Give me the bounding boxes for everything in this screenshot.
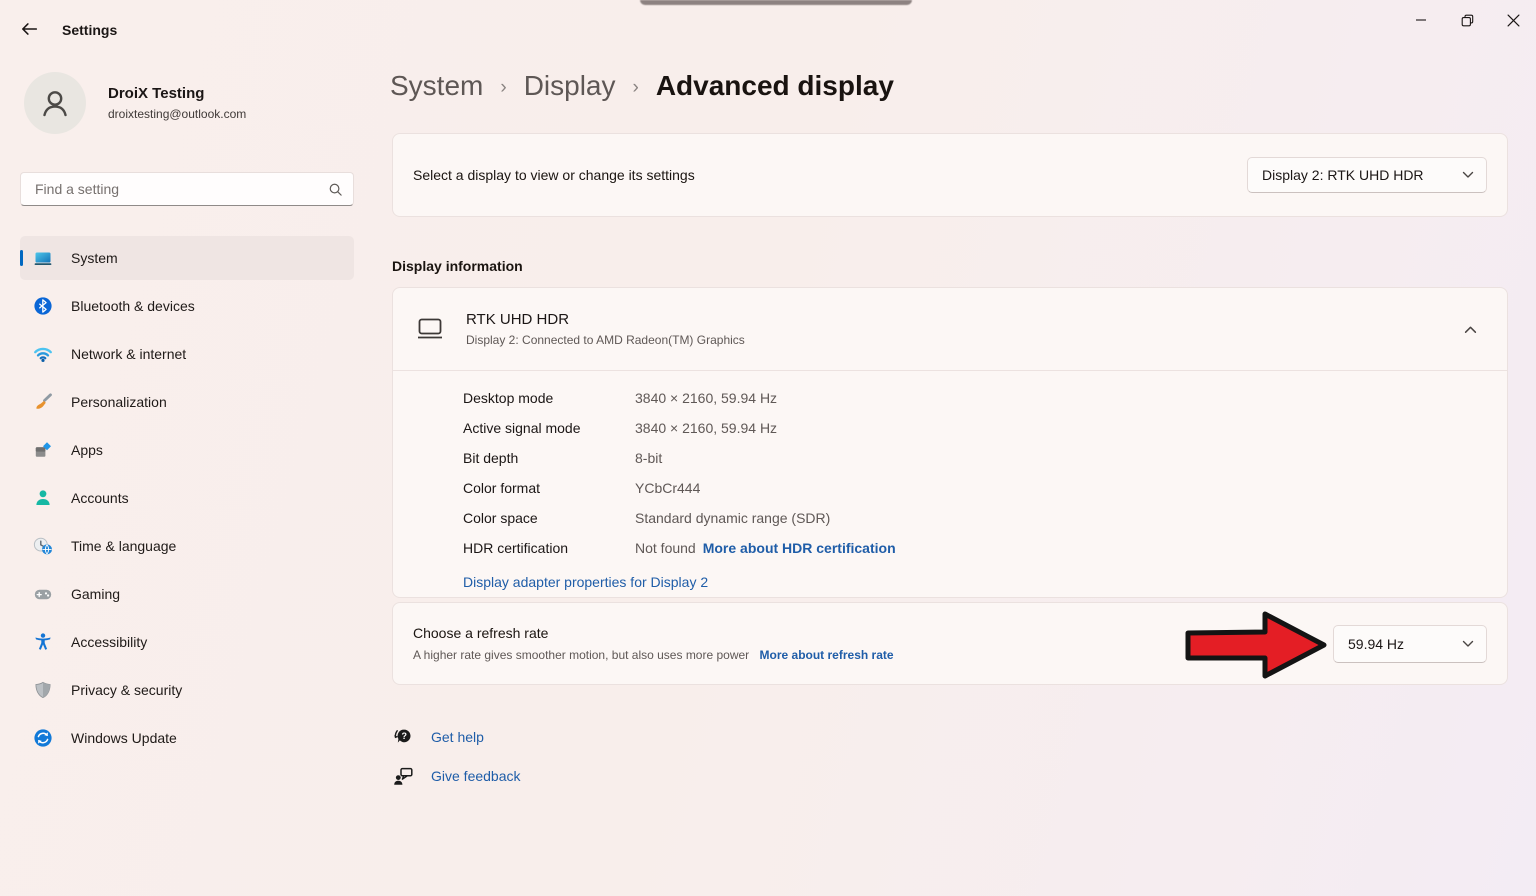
sidebar-item-label: Bluetooth & devices (71, 298, 195, 314)
search-input[interactable] (33, 180, 328, 198)
select-display-label: Select a display to view or change its s… (413, 167, 695, 183)
sidebar-item-label: Accounts (71, 490, 129, 506)
display-card-title: RTK UHD HDR (466, 311, 745, 328)
shield-icon (33, 680, 53, 700)
get-help-row[interactable]: ? Get help (392, 726, 484, 748)
person-outline-icon (38, 86, 72, 120)
apps-grid-icon (33, 440, 53, 460)
display-select-dropdown[interactable]: Display 2: RTK UHD HDR (1247, 157, 1487, 193)
user-email: droixtesting@outlook.com (108, 107, 246, 121)
sidebar-item-label: Time & language (71, 538, 176, 554)
breadcrumb-display[interactable]: Display (524, 70, 616, 102)
system-icon (33, 248, 53, 268)
svg-text:?: ? (402, 731, 408, 741)
refresh-rate-description: A higher rate gives smoother motion, but… (413, 648, 894, 662)
chevron-down-icon (1462, 171, 1474, 179)
refresh-rate-dropdown[interactable]: 59.94 Hz (1333, 625, 1487, 663)
restore-button[interactable] (1444, 0, 1490, 40)
give-feedback-link[interactable]: Give feedback (431, 768, 521, 784)
sidebar-item-bluetooth-devices[interactable]: Bluetooth & devices (20, 284, 354, 328)
info-row-color-format: Color format YCbCr444 (463, 473, 1507, 503)
accessibility-person-icon (33, 632, 53, 652)
window-title: Settings (62, 22, 117, 38)
sidebar-item-privacy-security[interactable]: Privacy & security (20, 668, 354, 712)
avatar (24, 72, 86, 134)
breadcrumb-separator: › (633, 74, 639, 99)
display-select-value: Display 2: RTK UHD HDR (1262, 167, 1424, 183)
wifi-icon (33, 344, 53, 364)
sidebar-item-gaming[interactable]: Gaming (20, 572, 354, 616)
sidebar-item-label: Apps (71, 442, 103, 458)
monitor-icon (415, 316, 445, 342)
minimize-button[interactable] (1398, 0, 1444, 40)
display-card-subtitle: Display 2: Connected to AMD Radeon(TM) G… (466, 333, 745, 347)
user-profile[interactable]: DroiX Testing droixtesting@outlook.com (24, 72, 246, 134)
display-info-rows: Desktop mode 3840 × 2160, 59.94 Hz Activ… (393, 371, 1507, 592)
window-controls (1398, 0, 1536, 40)
refresh-rate-card: Choose a refresh rate A higher rate give… (392, 602, 1508, 685)
sidebar-nav: System Bluetooth & devices Network & int… (20, 236, 354, 764)
more-about-refresh-rate-link[interactable]: More about refresh rate (760, 648, 894, 662)
sidebar-item-label: Windows Update (71, 730, 177, 746)
page-title: Advanced display (656, 70, 894, 102)
breadcrumb: System › Display › Advanced display (390, 70, 894, 102)
close-icon (1507, 14, 1520, 27)
sidebar-item-time-language[interactable]: Time & language (20, 524, 354, 568)
sidebar-item-system[interactable]: System (20, 236, 354, 280)
sidebar-item-accessibility[interactable]: Accessibility (20, 620, 354, 664)
breadcrumb-system[interactable]: System (390, 70, 483, 102)
person-icon (33, 488, 53, 508)
bluetooth-icon (33, 296, 53, 316)
info-row-bit-depth: Bit depth 8-bit (463, 443, 1507, 473)
display-information-card: RTK UHD HDR Display 2: Connected to AMD … (392, 287, 1508, 598)
user-name: DroiX Testing (108, 85, 246, 102)
sidebar-item-apps[interactable]: Apps (20, 428, 354, 472)
screen-capture-bar-artifact (640, 0, 912, 5)
refresh-rate-value: 59.94 Hz (1348, 636, 1404, 652)
info-row-color-space: Color space Standard dynamic range (SDR) (463, 503, 1507, 533)
chevron-up-icon[interactable] (1456, 317, 1485, 342)
settings-window: Settings DroiX Testing droixtesting@outl… (0, 0, 1536, 896)
settings-search (20, 172, 354, 206)
sidebar-item-label: System (71, 250, 118, 266)
sidebar-item-label: Accessibility (71, 634, 147, 650)
get-help-icon: ? (392, 726, 414, 748)
sidebar-item-personalization[interactable]: Personalization (20, 380, 354, 424)
paint-brush-icon (33, 392, 53, 412)
back-button[interactable] (15, 15, 43, 43)
minimize-icon (1415, 14, 1427, 26)
hdr-certification-link[interactable]: More about HDR certification (703, 540, 896, 556)
back-arrow-icon (20, 20, 38, 38)
refresh-rate-title: Choose a refresh rate (413, 625, 894, 641)
sidebar-item-label: Personalization (71, 394, 167, 410)
select-display-card: Select a display to view or change its s… (392, 133, 1508, 217)
info-row-hdr-certification: HDR certification Not found More about H… (463, 533, 1507, 563)
get-help-link[interactable]: Get help (431, 729, 484, 745)
sidebar-item-label: Gaming (71, 586, 120, 602)
sidebar-item-label: Privacy & security (71, 682, 182, 698)
sidebar-item-network-internet[interactable]: Network & internet (20, 332, 354, 376)
gamepad-icon (33, 584, 53, 604)
update-arrows-icon (33, 728, 53, 748)
breadcrumb-separator: › (500, 74, 506, 99)
display-adapter-properties-link[interactable]: Display adapter properties for Display 2 (463, 574, 708, 590)
sidebar-item-accounts[interactable]: Accounts (20, 476, 354, 520)
give-feedback-icon (392, 765, 414, 787)
sidebar-item-label: Network & internet (71, 346, 186, 362)
clock-globe-icon (33, 536, 53, 556)
sidebar-item-windows-update[interactable]: Windows Update (20, 716, 354, 760)
give-feedback-row[interactable]: Give feedback (392, 765, 521, 787)
display-information-header[interactable]: RTK UHD HDR Display 2: Connected to AMD … (393, 288, 1507, 370)
display-information-heading: Display information (392, 258, 523, 274)
info-row-desktop-mode: Desktop mode 3840 × 2160, 59.94 Hz (463, 383, 1507, 413)
close-button[interactable] (1490, 0, 1536, 40)
info-row-active-signal-mode: Active signal mode 3840 × 2160, 59.94 Hz (463, 413, 1507, 443)
search-icon (328, 182, 343, 197)
chevron-down-icon (1462, 640, 1474, 648)
restore-icon (1461, 14, 1474, 27)
